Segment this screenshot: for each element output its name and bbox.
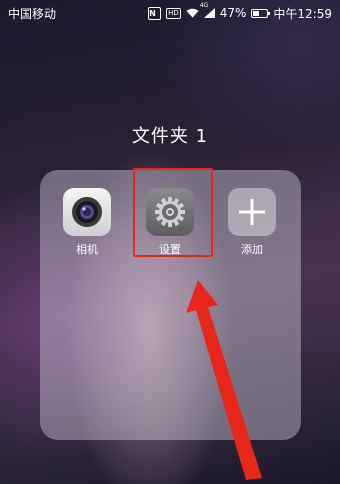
app-label-camera: 相机 <box>76 243 98 256</box>
status-indicators: N HD 4G 47% 中午12:59 <box>148 2 332 22</box>
camera-icon <box>63 188 111 236</box>
battery-percent-label: 47% <box>219 6 247 20</box>
hd-icon: HD <box>166 7 181 19</box>
status-bar: 中国移动 N HD 4G 47% 中午12:59 <box>0 0 340 26</box>
nfc-icon: N <box>148 6 162 20</box>
battery-icon <box>251 8 271 18</box>
app-add[interactable]: 添加 <box>222 188 282 257</box>
carrier-label: 中国移动 <box>8 6 57 21</box>
app-camera[interactable]: 相机 <box>57 188 117 257</box>
signal-icon: 4G <box>200 2 215 18</box>
battery-level-fill <box>253 10 260 16</box>
folder-title[interactable]: 文件夹 1 <box>0 122 340 148</box>
highlight-box <box>133 168 213 257</box>
network-type-label: 4G <box>199 2 209 9</box>
wifi-icon <box>186 8 199 18</box>
plus-icon <box>228 188 276 236</box>
clock-label: 中午12:59 <box>273 6 332 21</box>
app-label-add: 添加 <box>241 243 263 256</box>
